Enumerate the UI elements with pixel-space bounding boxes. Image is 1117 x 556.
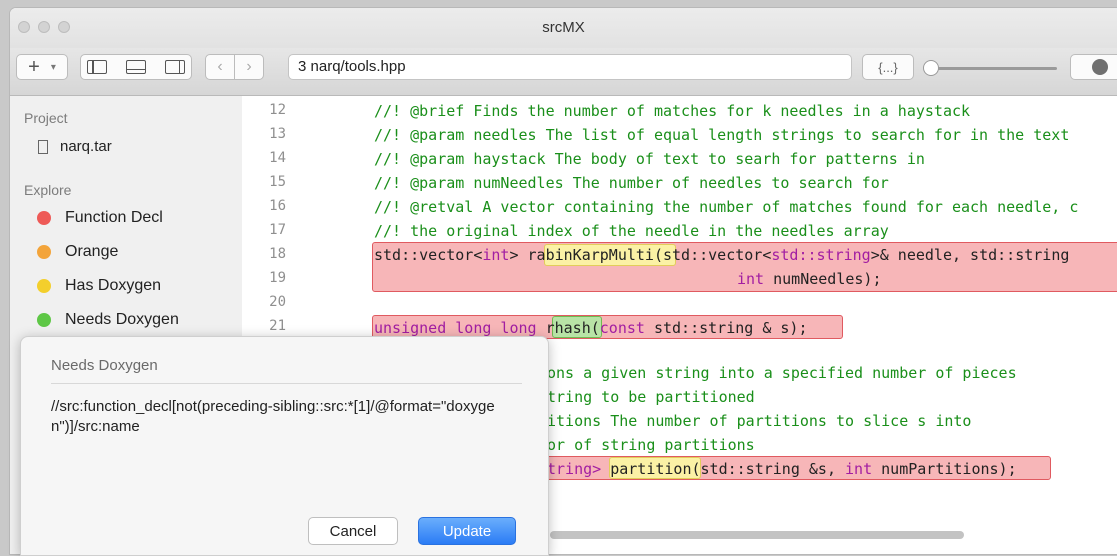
line-number: 13 [269, 126, 286, 142]
file-path-bar[interactable]: 3 narq/tools.hpp [288, 54, 852, 80]
code-comment-line: //! the original index of the needle in … [374, 222, 889, 240]
explore-section-header: Explore [24, 182, 72, 198]
left-sidebar-toggle-icon[interactable] [87, 60, 107, 74]
sidebar-item-orange[interactable]: Orange [37, 243, 118, 261]
sidebar-item-label: Has Doxygen [65, 277, 162, 294]
line-number: 15 [269, 174, 286, 190]
code-line-27: tring> partition(std::string &s, int num… [547, 460, 1017, 478]
code-comment-line: //! @param numNeedles The number of need… [374, 174, 889, 192]
slider-track [929, 67, 1057, 70]
code-comment-line: //! @retval A vector containing the numb… [374, 198, 1079, 216]
code-comment-line: //! @param haystack The body of text to … [374, 150, 925, 168]
yellow-dot-icon [37, 279, 51, 293]
plus-icon: + [28, 55, 40, 78]
slider-knob[interactable] [923, 60, 939, 76]
settings-button[interactable] [1070, 54, 1117, 80]
line-number: 18 [269, 246, 286, 262]
query-popover: Needs Doxygen //src:function_decl[not(pr… [20, 336, 549, 556]
zoom-slider[interactable] [923, 60, 1057, 76]
project-section-header: Project [24, 110, 68, 126]
sidebar-item-label: Orange [65, 243, 119, 260]
bottom-panel-toggle-icon[interactable] [126, 60, 146, 74]
line-number: 17 [269, 222, 286, 238]
add-menu-button[interactable]: + ▾ [16, 54, 68, 80]
project-file-label: narq.tar [60, 138, 112, 155]
popover-divider [51, 383, 522, 384]
code-comment-line: tring to be partitioned [547, 388, 755, 406]
document-icon [38, 139, 48, 154]
code-comment-line: //! @brief Finds the number of matches f… [374, 102, 971, 120]
code-line-21: unsigned long long rhash(const std::stri… [374, 319, 808, 337]
code-comment-line: itions The number of partitions to slice… [547, 412, 972, 430]
sidebar-item-needs-doxygen[interactable]: Needs Doxygen [37, 311, 179, 329]
code-braces-button[interactable]: {...} [862, 54, 914, 80]
title-bar: srcMX [10, 8, 1117, 48]
code-comment-line: //! @param needles The list of equal len… [374, 126, 1070, 144]
code-line-19: int numNeedles); [737, 270, 882, 288]
toolbar: + ▾ ‹ › 3 narq/tools.hpp {...} [10, 48, 1117, 96]
window-title: srcMX [542, 19, 585, 36]
line-number: 12 [269, 102, 286, 118]
orange-dot-icon [37, 245, 51, 259]
popover-title: Needs Doxygen [51, 357, 158, 374]
xpath-query-field[interactable]: //src:function_decl[not(preceding-siblin… [51, 397, 521, 437]
sidebar-item-label: Function Decl [65, 209, 163, 226]
code-comment-line: or of string partitions [547, 436, 755, 454]
green-dot-icon [37, 313, 51, 327]
chevron-right-icon: › [246, 58, 252, 75]
line-number: 19 [269, 270, 286, 286]
update-button[interactable]: Update [418, 517, 516, 545]
sidebar-item-function-decl[interactable]: Function Decl [37, 209, 163, 227]
project-file-item[interactable]: narq.tar [38, 138, 112, 155]
chevron-down-icon: ▾ [50, 61, 56, 73]
back-button[interactable]: ‹ [205, 54, 235, 80]
chevron-left-icon: ‹ [217, 58, 223, 75]
color-wheel-icon [1092, 59, 1108, 75]
line-number: 14 [269, 150, 286, 166]
code-comment-line: ons a given string into a specified numb… [547, 364, 1017, 382]
view-layout-control [80, 54, 192, 80]
horizontal-scrollbar[interactable] [550, 531, 964, 539]
code-line-18: std::vector<int> rabinKarpMulti(std::vec… [374, 246, 1070, 264]
sidebar-item-has-doxygen[interactable]: Has Doxygen [37, 277, 161, 295]
line-number: 20 [269, 294, 286, 310]
forward-button[interactable]: › [234, 54, 264, 80]
red-dot-icon [37, 211, 51, 225]
right-sidebar-toggle-icon[interactable] [165, 60, 185, 74]
cancel-button[interactable]: Cancel [308, 517, 398, 545]
sidebar-item-label: Needs Doxygen [65, 311, 179, 328]
line-number: 21 [269, 318, 286, 334]
line-number: 16 [269, 198, 286, 214]
